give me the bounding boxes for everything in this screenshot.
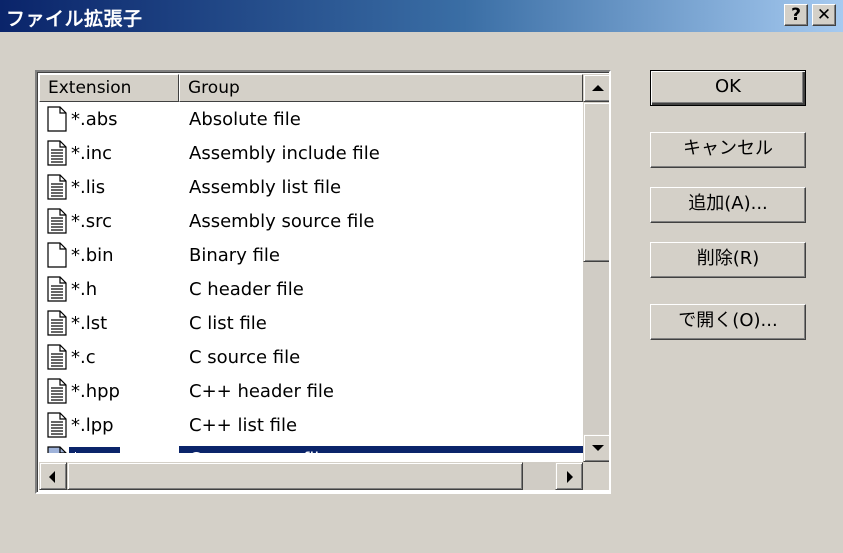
extension-cell: *.lis — [71, 177, 106, 198]
column-header-group[interactable]: Group — [179, 74, 583, 102]
extension-cell: *.c — [71, 347, 96, 368]
vertical-scrollbar[interactable] — [583, 74, 609, 462]
help-button[interactable]: ? — [784, 4, 808, 26]
list-item[interactable]: *.bin Binary file — [39, 239, 583, 273]
text-file-icon — [47, 140, 67, 166]
blank-file-icon — [47, 242, 67, 268]
extension-cell: *.src — [71, 211, 113, 232]
group-cell: Assembly source file — [189, 211, 375, 232]
group-cell: Assembly include file — [189, 143, 380, 164]
extension-cell: *.hpp — [71, 381, 120, 402]
down-arrow-icon — [592, 445, 604, 451]
list-item[interactable]: *.lst C list file — [39, 307, 583, 341]
text-file-icon — [47, 344, 67, 370]
extension-cell: *.cpp — [69, 447, 121, 453]
blank-file-icon — [47, 106, 67, 132]
text-file-icon — [47, 412, 67, 438]
group-cell: C++ list file — [189, 415, 298, 436]
cancel-button[interactable]: キャンセル — [650, 132, 806, 168]
horizontal-scrollbar[interactable] — [39, 462, 583, 490]
extension-cell: *.lpp — [71, 415, 114, 436]
text-file-icon — [47, 446, 67, 453]
add-button[interactable]: 追加(A)... — [650, 187, 806, 223]
list-item[interactable]: *.h C header file — [39, 273, 583, 307]
list-item[interactable]: *.c C source file — [39, 341, 583, 375]
extension-cell: *.h — [71, 279, 98, 300]
group-cell: Binary file — [189, 245, 280, 266]
list-item[interactable]: *.inc Assembly include file — [39, 137, 583, 171]
group-cell: C++ source file — [189, 447, 330, 453]
group-cell: Absolute file — [189, 109, 301, 130]
text-file-icon — [47, 276, 67, 302]
scroll-down-button[interactable] — [583, 434, 609, 462]
left-arrow-icon — [49, 471, 55, 483]
scroll-right-button[interactable] — [555, 462, 583, 490]
ok-button[interactable]: OK — [650, 70, 806, 106]
up-arrow-icon — [592, 85, 604, 91]
extension-cell: *.inc — [71, 143, 113, 164]
horizontal-scroll-thumb[interactable] — [67, 462, 523, 490]
list-item[interactable]: *.hpp C++ header file — [39, 375, 583, 409]
extension-list[interactable]: Extension Group *.abs Absolute file *.inc A… — [35, 70, 611, 494]
group-cell: C++ header file — [189, 381, 335, 402]
scroll-left-button[interactable] — [39, 462, 67, 490]
window-title: ファイル拡張子 — [6, 8, 143, 30]
group-cell: C header file — [189, 279, 304, 300]
extension-cell: *.lst — [71, 313, 108, 334]
list-item[interactable]: *.cpp C++ source file — [39, 443, 583, 453]
list-rows: *.abs Absolute file *.inc Assembly include … — [39, 103, 583, 453]
list-header: Extension Group — [39, 74, 583, 102]
text-file-icon — [47, 378, 67, 404]
list-item[interactable]: *.lpp C++ list file — [39, 409, 583, 443]
group-cell: C list file — [189, 313, 267, 334]
column-header-extension[interactable]: Extension — [39, 74, 179, 102]
group-cell: Assembly list file — [189, 177, 342, 198]
right-arrow-icon — [567, 471, 573, 483]
list-item[interactable]: *.abs Absolute file — [39, 103, 583, 137]
group-cell: C source file — [189, 347, 301, 368]
list-item[interactable]: *.src Assembly source file — [39, 205, 583, 239]
list-item[interactable]: *.lis Assembly list file — [39, 171, 583, 205]
extension-cell: *.abs — [71, 109, 118, 130]
close-button[interactable]: ✕ — [812, 4, 836, 26]
title-bar[interactable]: ファイル拡張子 ? ✕ — [0, 0, 843, 32]
scroll-up-button[interactable] — [583, 74, 609, 102]
text-file-icon — [47, 208, 67, 234]
extension-cell: *.bin — [71, 245, 114, 266]
text-file-icon — [47, 174, 67, 200]
file-extensions-dialog: ファイル拡張子 ? ✕ Extension Group *.abs Absolut… — [0, 0, 843, 553]
scrollbar-corner — [583, 462, 609, 490]
text-file-icon — [47, 310, 67, 336]
vertical-scroll-thumb[interactable] — [583, 102, 609, 262]
open-with-button[interactable]: で開く(O)... — [650, 304, 806, 340]
delete-button[interactable]: 削除(R) — [650, 242, 806, 278]
